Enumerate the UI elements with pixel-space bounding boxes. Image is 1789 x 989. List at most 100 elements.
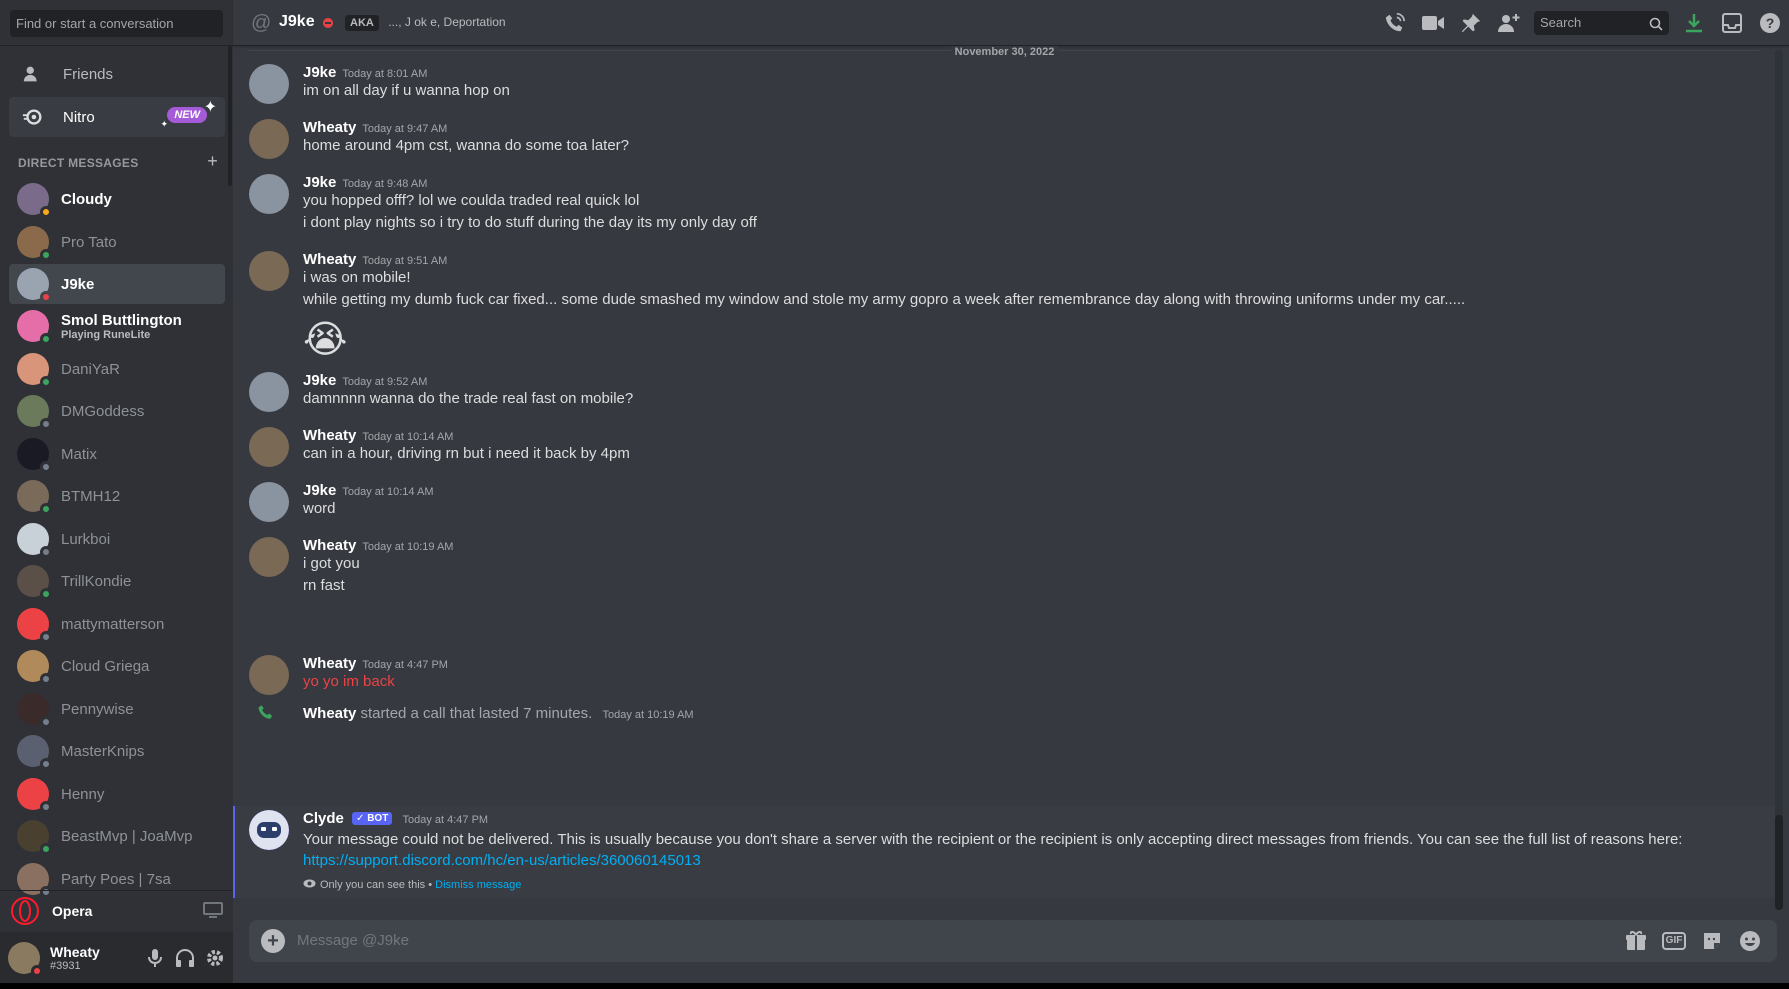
- message-timestamp: Today at 10:14 AM: [342, 486, 434, 498]
- dm-avatar: [17, 183, 52, 218]
- message-avatar[interactable]: [249, 482, 289, 522]
- message-timestamp: Today at 9:48 AM: [342, 178, 428, 190]
- dm-item[interactable]: Pennywise: [9, 689, 225, 729]
- status-dnd-icon: [40, 291, 52, 303]
- dm-name: Lurkboi: [61, 530, 111, 548]
- chat-scrollbar[interactable]: [1775, 50, 1783, 910]
- message-author[interactable]: J9ke: [303, 482, 336, 499]
- opera-bar[interactable]: Opera: [0, 890, 233, 930]
- composer-toolbar: GIF: [1617, 929, 1769, 953]
- message-avatar[interactable]: [249, 119, 289, 159]
- message-author[interactable]: Wheaty: [303, 427, 356, 444]
- date-label: November 30, 2022: [950, 46, 1059, 58]
- microphone-icon[interactable]: [140, 943, 170, 973]
- user-avatar[interactable]: [8, 941, 43, 977]
- status-idle-icon: [40, 206, 52, 218]
- dm-item[interactable]: TrillKondie: [9, 561, 225, 601]
- message-text: rn fast: [303, 577, 345, 594]
- message-author[interactable]: J9ke: [303, 372, 336, 389]
- aka-names[interactable]: ..., J ok e, Deportation: [388, 15, 505, 29]
- video-call-icon[interactable]: [1420, 10, 1446, 36]
- direct-messages-header: DIRECT MESSAGES +: [18, 151, 218, 171]
- gift-icon[interactable]: [1624, 929, 1648, 953]
- status-online-icon: [40, 588, 52, 600]
- message-avatar[interactable]: [249, 537, 289, 577]
- chat-scroll-thumb[interactable]: [1775, 815, 1783, 910]
- emoji-picker-icon[interactable]: [1738, 929, 1762, 953]
- dm-item[interactable]: Cloudy: [9, 179, 225, 219]
- message-composer: + Message @J9ke GIF: [249, 920, 1777, 962]
- message-author[interactable]: J9ke: [303, 64, 336, 81]
- dm-item[interactable]: BTMH12: [9, 476, 225, 516]
- dm-item[interactable]: Henny: [9, 774, 225, 814]
- opera-label: Opera: [52, 902, 93, 919]
- message-author[interactable]: Wheaty: [303, 655, 356, 672]
- message-timestamp: Today at 9:47 AM: [362, 123, 448, 135]
- voice-call-icon[interactable]: [1382, 10, 1408, 36]
- call-author[interactable]: Wheaty: [303, 705, 356, 722]
- message-avatar[interactable]: [249, 655, 289, 695]
- gif-picker-icon[interactable]: GIF: [1661, 929, 1687, 953]
- download-icon[interactable]: [1681, 10, 1707, 36]
- dm-item[interactable]: Matix: [9, 434, 225, 474]
- dm-search-button[interactable]: Find or start a conversation: [10, 10, 223, 37]
- clyde-author[interactable]: Clyde: [303, 810, 344, 827]
- dm-avatar: [17, 565, 52, 600]
- status-offline-icon: [40, 673, 52, 685]
- sidebar-item-nitro[interactable]: Nitro NEW ✦ ✦: [9, 97, 225, 137]
- sidebar-item-friends[interactable]: Friends: [9, 54, 225, 94]
- message-avatar[interactable]: [249, 372, 289, 412]
- dm-item[interactable]: J9ke: [9, 264, 225, 304]
- upload-plus-icon[interactable]: +: [261, 929, 285, 953]
- dm-avatar: [17, 820, 52, 855]
- message-author[interactable]: Wheaty: [303, 119, 356, 136]
- nitro-new-badge: NEW: [167, 107, 207, 123]
- header-search-input[interactable]: Search: [1534, 11, 1669, 35]
- dm-avatar: [17, 480, 52, 515]
- dm-item[interactable]: BeastMvp | JoaMvp: [9, 816, 225, 856]
- channel-name[interactable]: J9ke: [279, 13, 315, 31]
- sparkle-icon: ✦: [203, 99, 217, 116]
- dm-name: Matix: [61, 445, 97, 463]
- message-header: J9ke Today at 10:14 AM: [303, 482, 434, 499]
- dm-item[interactable]: DaniYaR: [9, 349, 225, 389]
- dm-item[interactable]: mattymatterson: [9, 604, 225, 644]
- dm-avatar: [17, 438, 52, 473]
- dm-search-bar: Find or start a conversation: [0, 0, 233, 46]
- pinned-messages-icon[interactable]: [1458, 10, 1484, 36]
- sticker-icon[interactable]: [1700, 929, 1724, 953]
- message-avatar[interactable]: [249, 427, 289, 467]
- dm-item[interactable]: Smol Buttlington Playing RuneLite: [9, 306, 225, 346]
- dm-item[interactable]: Pro Tato: [9, 222, 225, 262]
- dm-item[interactable]: DMGoddess: [9, 391, 225, 431]
- dm-item[interactable]: Lurkboi: [9, 519, 225, 559]
- clyde-link[interactable]: https://support.discord.com/hc/en-us/art…: [303, 852, 701, 869]
- message-author[interactable]: Wheaty: [303, 537, 356, 554]
- dismiss-message-link[interactable]: Dismiss message: [435, 879, 521, 891]
- inbox-icon[interactable]: [1719, 10, 1745, 36]
- settings-gear-icon[interactable]: [200, 943, 230, 973]
- dm-name-wrap: Smol Buttlington Playing RuneLite: [61, 312, 221, 341]
- search-icon: [1649, 15, 1663, 39]
- message-avatar[interactable]: [249, 174, 289, 214]
- user-tag: #3931: [50, 959, 81, 972]
- user-info[interactable]: Wheaty #3931: [50, 944, 140, 972]
- help-icon[interactable]: ?: [1757, 10, 1783, 36]
- dm-item[interactable]: Cloud Griega: [9, 646, 225, 686]
- message-avatar[interactable]: [249, 251, 289, 291]
- create-dm-plus-icon[interactable]: +: [207, 151, 218, 172]
- dm-item[interactable]: MasterKnips: [9, 731, 225, 771]
- message-author[interactable]: J9ke: [303, 174, 336, 191]
- sidebar-scrollbar[interactable]: [228, 46, 232, 186]
- bot-badge-label: BOT: [367, 813, 389, 824]
- screen-share-icon[interactable]: [203, 901, 223, 922]
- message-author[interactable]: Wheaty: [303, 251, 356, 268]
- clyde-avatar[interactable]: [249, 810, 289, 850]
- gif-label: GIF: [1661, 932, 1687, 950]
- message-avatar[interactable]: [249, 64, 289, 104]
- add-friend-to-dm-icon[interactable]: [1496, 10, 1522, 36]
- message-input[interactable]: Message @J9ke: [297, 932, 409, 949]
- friends-label: Friends: [63, 65, 114, 83]
- headphones-icon[interactable]: [170, 943, 200, 973]
- chat-header: @ J9ke AKA ..., J ok e, Deportation Sear…: [233, 0, 1789, 46]
